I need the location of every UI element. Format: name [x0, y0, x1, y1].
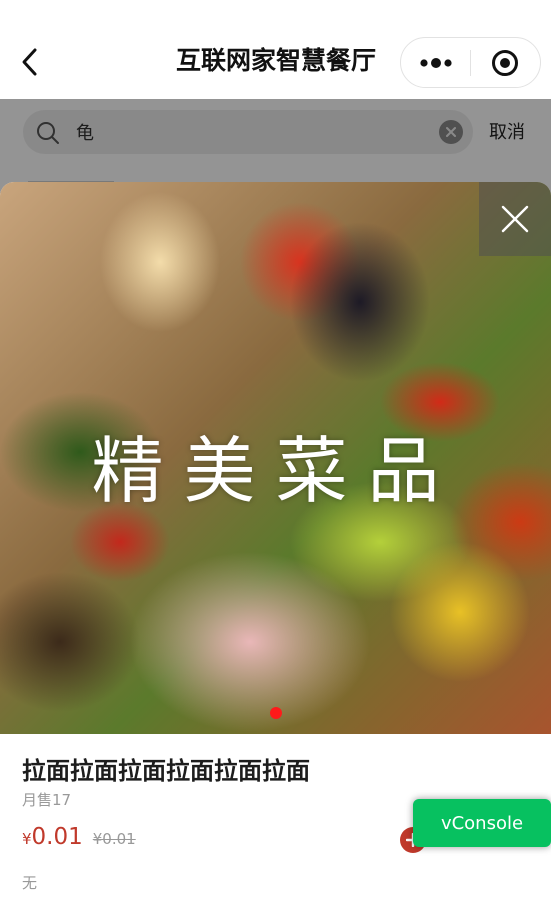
capsule-menu [400, 37, 541, 88]
back-button[interactable] [14, 44, 46, 80]
original-price: ¥0.01 [92, 830, 136, 848]
banner-indicator-dot [270, 707, 282, 719]
nav-bar: 互联网家智慧餐厅 [0, 0, 551, 99]
dish-banner-image[interactable]: 精美菜品 [0, 182, 551, 734]
close-miniprogram-button[interactable] [471, 38, 540, 87]
vconsole-button[interactable]: vConsole [413, 799, 551, 847]
dish-description: 无 [22, 874, 38, 892]
close-icon [501, 205, 529, 233]
price-row: ¥ 0.01 ¥0.01 [22, 824, 136, 858]
close-button[interactable] [479, 182, 551, 256]
page-title: 互联网家智慧餐厅 [175, 46, 376, 75]
price-symbol: ¥ [22, 830, 32, 848]
target-icon [492, 49, 519, 76]
banner-text: 精美菜品 [91, 429, 460, 513]
back-icon [22, 48, 37, 76]
dish-name: 拉面拉面拉面拉面拉面拉面 [22, 757, 310, 785]
more-icon [419, 57, 452, 68]
more-button[interactable] [401, 38, 470, 87]
page: 互联网家智慧餐厅 龟 取消 精美菜品 拉面拉面拉面拉面拉面拉面 月售17 ¥ 0… [0, 0, 551, 918]
price-value: 0.01 [31, 824, 83, 850]
monthly-sales: 月售17 [22, 791, 72, 809]
